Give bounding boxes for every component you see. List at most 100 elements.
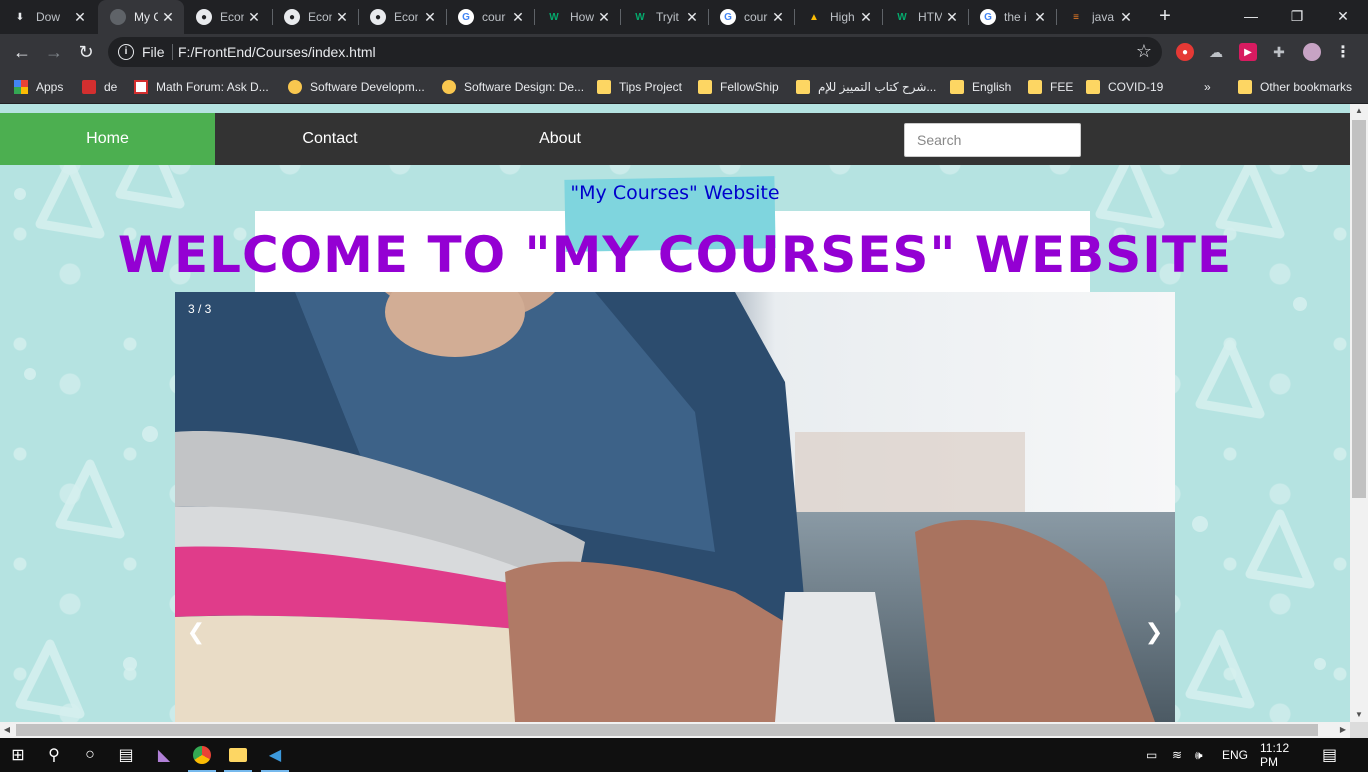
reload-icon[interactable]: ↻ [72,38,100,66]
scroll-up-arrow-icon[interactable]: ▲ [1350,104,1368,118]
address-bar[interactable]: i File F:/FrontEnd/Courses/index.html ☆ [108,37,1162,67]
bookmark-folder[interactable]: COVID-19 [1086,77,1163,97]
bookmark-label: FellowShip [720,80,779,94]
volume-icon[interactable]: 🕪 [1195,738,1203,772]
slide-prev-button[interactable]: ❮ [181,614,211,650]
close-tab-icon[interactable]: ✕ [858,9,874,25]
browser-tab[interactable]: ≡ java ✕ [1056,0,1142,34]
close-tab-icon[interactable]: ✕ [596,9,612,25]
close-tab-icon[interactable]: ✕ [422,9,438,25]
vscode-icon[interactable]: ◀ [257,738,293,772]
nav-home-link[interactable]: Home [0,113,215,165]
page-viewport: Home Contact About "My Courses" Website … [0,104,1350,722]
browser-tab[interactable]: G cour ✕ [708,0,794,34]
horizontal-scrollbar[interactable]: ◀ ▶ [0,722,1350,738]
slide-next-button[interactable]: ❯ [1139,614,1169,650]
close-tab-icon[interactable]: ✕ [944,9,960,25]
bookmark-folder[interactable]: Tips Project [597,77,682,97]
browser-tab[interactable]: W Tryit ✕ [620,0,708,34]
minimize-icon[interactable]: — [1228,0,1274,32]
folder-icon [796,80,810,94]
nav-contact-link[interactable]: Contact [215,113,445,165]
stackoverflow-icon: ≡ [1073,11,1079,23]
bookmark-folder[interactable]: FellowShip [698,77,779,97]
close-window-icon[interactable]: ✕ [1320,0,1366,32]
bookmark-item[interactable]: Software Developm... [288,77,425,97]
scroll-down-arrow-icon[interactable]: ▼ [1350,708,1368,722]
browser-tab[interactable]: W How ✕ [534,0,620,34]
bookmark-item[interactable]: de [82,77,117,97]
bookmarks-overflow-chevron-icon[interactable]: » [1204,77,1211,97]
browser-tab[interactable]: G the i ✕ [968,0,1056,34]
close-tab-icon[interactable]: ✕ [246,9,262,25]
windows-start-icon[interactable]: ⊞ [0,738,36,772]
cortana-icon[interactable]: ○ [72,738,108,772]
info-icon[interactable]: i [118,44,134,60]
bookmark-apps[interactable]: Apps [14,77,63,97]
bookmark-folder[interactable]: FEE [1028,77,1073,97]
browser-tab[interactable]: W HTM ✕ [882,0,968,34]
close-tab-icon[interactable]: ✕ [72,9,88,25]
profile-avatar[interactable] [1303,43,1321,61]
bookmark-item[interactable]: Math Forum: Ask D... [134,77,269,97]
tab-title: Econ [394,10,418,24]
browser-tab[interactable]: ● Econ ✕ [184,0,270,34]
browser-tab[interactable]: ▲ High ✕ [794,0,882,34]
horizontal-scroll-thumb[interactable] [16,724,1318,736]
tab-title: My C [134,10,158,24]
url-text[interactable]: F:/FrontEnd/Courses/index.html [178,44,376,60]
vertical-scroll-thumb[interactable] [1352,120,1366,498]
browser-tab[interactable]: G cour ✕ [446,0,534,34]
file-explorer-icon[interactable] [220,738,256,772]
windows-taskbar: ⊞ ⚲ ○ ▤ ◣ ◀ ▭ ≋ 🕪 ENG 11:12 PM ▤ [0,738,1368,772]
extensions-puzzle-icon[interactable]: ✚ [1270,43,1288,61]
tab-title: java [1092,10,1115,24]
task-view-icon[interactable]: ▤ [108,738,144,772]
extension-cloud-icon[interactable]: ☁ [1207,43,1225,61]
battery-icon[interactable]: ▭ [1146,738,1157,772]
wifi-icon[interactable]: ≋ [1172,738,1182,772]
bookmark-folder[interactable]: شرح كتاب التمييز للإم... [796,77,936,97]
browser-tab[interactable]: ● Econ ✕ [358,0,446,34]
bookmark-folder[interactable]: English [950,77,1011,97]
bookmark-star-icon[interactable]: ☆ [1136,41,1152,62]
folder-icon [1028,80,1042,94]
back-icon[interactable]: ← [8,38,36,66]
menu-kebab-icon[interactable]: ⋮ [1334,43,1352,61]
browser-tab[interactable]: ⬇ Dow ✕ [0,0,96,34]
extension-red-icon[interactable]: ● [1176,43,1194,61]
tab-title: cour [482,10,506,24]
bookmark-label: COVID-19 [1108,80,1164,94]
notifications-icon[interactable]: ▤ [1322,738,1337,772]
other-bookmarks[interactable]: Other bookmarks [1238,77,1352,97]
close-tab-icon[interactable]: ✕ [1032,9,1048,25]
browser-tab[interactable]: ● Econ ✕ [272,0,358,34]
chrome-taskbar-icon[interactable] [184,738,220,772]
folder-icon [1086,80,1100,94]
vertical-scrollbar[interactable]: ▲ ▼ [1350,104,1368,722]
close-tab-icon[interactable]: ✕ [684,9,700,25]
close-tab-icon[interactable]: ✕ [160,9,176,25]
browser-tab-active[interactable]: My C ✕ [98,0,184,34]
site-search-input[interactable] [904,123,1081,157]
search-icon[interactable]: ⚲ [36,738,72,772]
forward-icon[interactable]: → [40,38,68,66]
scroll-right-arrow-icon[interactable]: ▶ [1336,722,1350,738]
close-tab-icon[interactable]: ✕ [510,9,526,25]
tab-title: the i [1004,10,1027,24]
tab-title: High [830,10,854,24]
slide-photo-studying-with-laptop [175,292,1175,722]
nav-about-link[interactable]: About [445,113,675,165]
language-indicator[interactable]: ENG [1222,738,1248,772]
visual-studio-icon[interactable]: ◣ [146,738,182,772]
bookmark-item[interactable]: Software Design: De... [442,77,584,97]
new-tab-icon[interactable]: + [1154,6,1176,28]
close-tab-icon[interactable]: ✕ [770,9,786,25]
clock[interactable]: 11:12 PM [1260,738,1310,772]
folder-icon [597,80,611,94]
scroll-left-arrow-icon[interactable]: ◀ [0,722,14,738]
extension-play-icon[interactable]: ▶ [1239,43,1257,61]
close-tab-icon[interactable]: ✕ [334,9,350,25]
restore-icon[interactable]: ❐ [1274,0,1320,32]
close-tab-icon[interactable]: ✕ [1118,9,1134,25]
